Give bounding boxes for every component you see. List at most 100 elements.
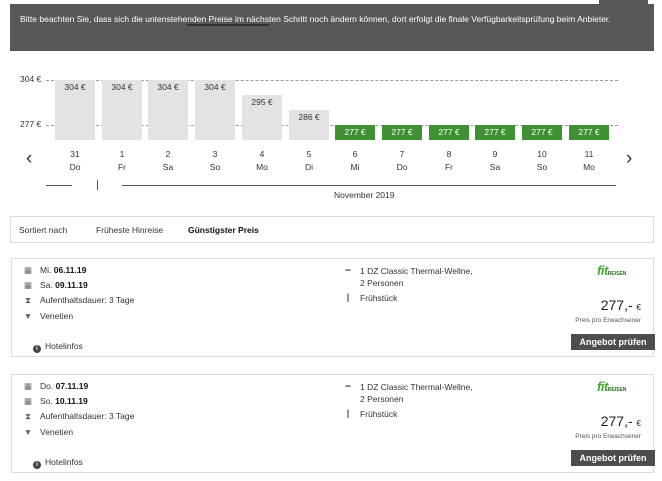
day-number: 1 xyxy=(119,149,125,159)
calendar-icon: ▦ xyxy=(23,381,33,391)
cutlery-icon: ∥ xyxy=(345,292,351,302)
bed-icon: ━ xyxy=(345,381,351,391)
sort-label: Sortiert nach xyxy=(19,225,68,235)
day-weekday: Do xyxy=(396,162,408,172)
hourglass-icon: ⧗ xyxy=(25,295,31,305)
day-labels: 31 Do 1 Fr 2 Sa 3 So 4 Mo 5 Di 6 Mi 7 Do 8 Fr 9 Sa 10 So 11 Mo xyxy=(0,148,662,178)
room-persons: 2 Personen xyxy=(360,278,404,288)
bar-value-label: 286 € xyxy=(298,112,320,122)
destination: Venetien xyxy=(40,427,74,437)
timeline-november xyxy=(122,185,616,186)
day-weekday: Fr xyxy=(444,162,454,172)
stay-duration: Aufenthaltsdauer: 3 Tage xyxy=(40,411,135,421)
day-number: 3 xyxy=(212,149,218,159)
day-number: 5 xyxy=(306,149,312,159)
day-number: 8 xyxy=(446,149,452,159)
day-label[interactable]: 5 Di xyxy=(289,148,329,174)
price-bar[interactable]: 304 € xyxy=(195,80,235,140)
price-bar[interactable]: 304 € xyxy=(102,80,142,140)
timeline-october xyxy=(46,185,72,186)
board-type: Frühstück xyxy=(360,409,398,419)
return-date: Sa. 09.11.19 xyxy=(40,280,88,290)
tab-earliest-departure[interactable]: Früheste Hinreise xyxy=(96,225,163,235)
hourglass-icon: ⧗ xyxy=(25,411,31,421)
price-bar[interactable]: 277 € xyxy=(429,125,469,140)
sort-bar: Sortiert nach Früheste Hinreise Günstigs… xyxy=(10,216,654,243)
hotel-info-label: Hotelinfos xyxy=(45,457,83,467)
price-chart: 304 € 277 € 304 € 304 € 304 € 304 € 295 € 286… xyxy=(0,62,662,150)
price-notice-tooltip: Bitte beachten Sie, dass sich die untens… xyxy=(10,4,654,51)
return-date: So. 10.11.19 xyxy=(40,396,88,406)
day-weekday: Sa xyxy=(162,162,174,172)
price-note: Preis pro Erwachsener xyxy=(575,317,641,324)
price-bar[interactable]: 277 € xyxy=(335,125,375,140)
day-weekday: Do xyxy=(69,162,81,172)
bar-value-label: 304 € xyxy=(157,82,179,92)
day-label[interactable]: 4 Mo xyxy=(242,148,282,174)
day-label[interactable]: 9 Sa xyxy=(475,148,515,174)
hotel-info-link[interactable]: i Hotelinfos xyxy=(33,341,83,353)
day-label[interactable]: 6 Mi xyxy=(335,148,375,174)
day-label[interactable]: 10 So xyxy=(522,148,562,174)
board-type: Frühstück xyxy=(360,293,398,303)
price-bar[interactable]: 304 € xyxy=(148,80,188,140)
hotel-info-link[interactable]: i Hotelinfos xyxy=(33,457,83,469)
room-description: 1 DZ Classic Thermal-Wellne, 2 Personen xyxy=(360,381,473,405)
day-label[interactable]: 3 So xyxy=(195,148,235,174)
month-divider xyxy=(97,180,98,190)
day-label[interactable]: 11 Mo xyxy=(569,148,609,174)
day-label[interactable]: 31 Do xyxy=(55,148,95,174)
day-weekday: So xyxy=(536,162,548,172)
check-offer-button[interactable]: Angebot prüfen xyxy=(571,334,655,350)
y-label-min: 277 € xyxy=(20,119,42,129)
day-number: 9 xyxy=(492,149,498,159)
day-label[interactable]: 8 Fr xyxy=(429,148,469,174)
tab-cheapest-price[interactable]: Günstigster Preis xyxy=(188,225,259,235)
y-label-max: 304 € xyxy=(20,74,42,84)
price-bar[interactable]: 277 € xyxy=(569,125,609,140)
price: 277,- € xyxy=(600,413,641,429)
offer-card: ▦ Do. 07.11.19 ▦ So. 10.11.19 ⧗ Aufentha… xyxy=(11,374,655,473)
room-persons: 2 Personen xyxy=(360,394,404,404)
room-description: 1 DZ Classic Thermal-Wellne, 2 Personen xyxy=(360,265,473,289)
room-type: 1 DZ Classic Thermal-Wellne, xyxy=(360,266,473,276)
bar-value-label: 277 € xyxy=(438,127,460,137)
price-bar[interactable]: 295 € xyxy=(242,95,282,140)
day-label[interactable]: 7 Do xyxy=(382,148,422,174)
day-weekday: Sa xyxy=(489,162,501,172)
month-label: November 2019 xyxy=(334,190,395,200)
day-number: 6 xyxy=(352,149,358,159)
check-offer-button[interactable]: Angebot prüfen xyxy=(571,450,655,466)
day-weekday: Fr xyxy=(117,162,127,172)
price-bar[interactable]: 304 € xyxy=(55,80,95,140)
price: 277,- € xyxy=(600,297,641,313)
bar-value-label: 277 € xyxy=(531,127,553,137)
bar-value-label: 304 € xyxy=(64,82,86,92)
day-label[interactable]: 2 Sa xyxy=(148,148,188,174)
bar-value-label: 277 € xyxy=(484,127,506,137)
day-weekday: Di xyxy=(304,162,314,172)
price-notice-text: Bitte beachten Sie, dass sich die untens… xyxy=(20,14,611,24)
price-bar[interactable]: 286 € xyxy=(289,110,329,140)
calendar-icon: ▦ xyxy=(23,396,33,406)
offer-card: ▦ Mi. 06.11.19 ▦ Sa. 09.11.19 ⧗ Aufentha… xyxy=(11,258,655,357)
bed-icon: ━ xyxy=(345,265,351,275)
day-number: 11 xyxy=(584,149,594,159)
day-weekday: Mo xyxy=(583,162,595,172)
destination: Venetien xyxy=(40,311,74,321)
day-label[interactable]: 1 Fr xyxy=(102,148,142,174)
location-pin-icon: ▼ xyxy=(23,311,33,321)
price-note: Preis pro Erwachsener xyxy=(575,433,641,440)
bar-value-label: 304 € xyxy=(111,82,133,92)
price-bar[interactable]: 277 € xyxy=(382,125,422,140)
bar-value-label: 277 € xyxy=(578,127,600,137)
bar-value-label: 295 € xyxy=(251,97,273,107)
price-bar[interactable]: 277 € xyxy=(522,125,562,140)
price-bar[interactable]: 277 € xyxy=(475,125,515,140)
stay-duration: Aufenthaltsdauer: 3 Tage xyxy=(40,295,135,305)
day-number: 4 xyxy=(259,149,265,159)
day-number: 10 xyxy=(537,149,547,159)
departure-date: Mi. 06.11.19 xyxy=(40,265,87,275)
day-weekday: Mo xyxy=(256,162,268,172)
day-weekday: So xyxy=(209,162,221,172)
